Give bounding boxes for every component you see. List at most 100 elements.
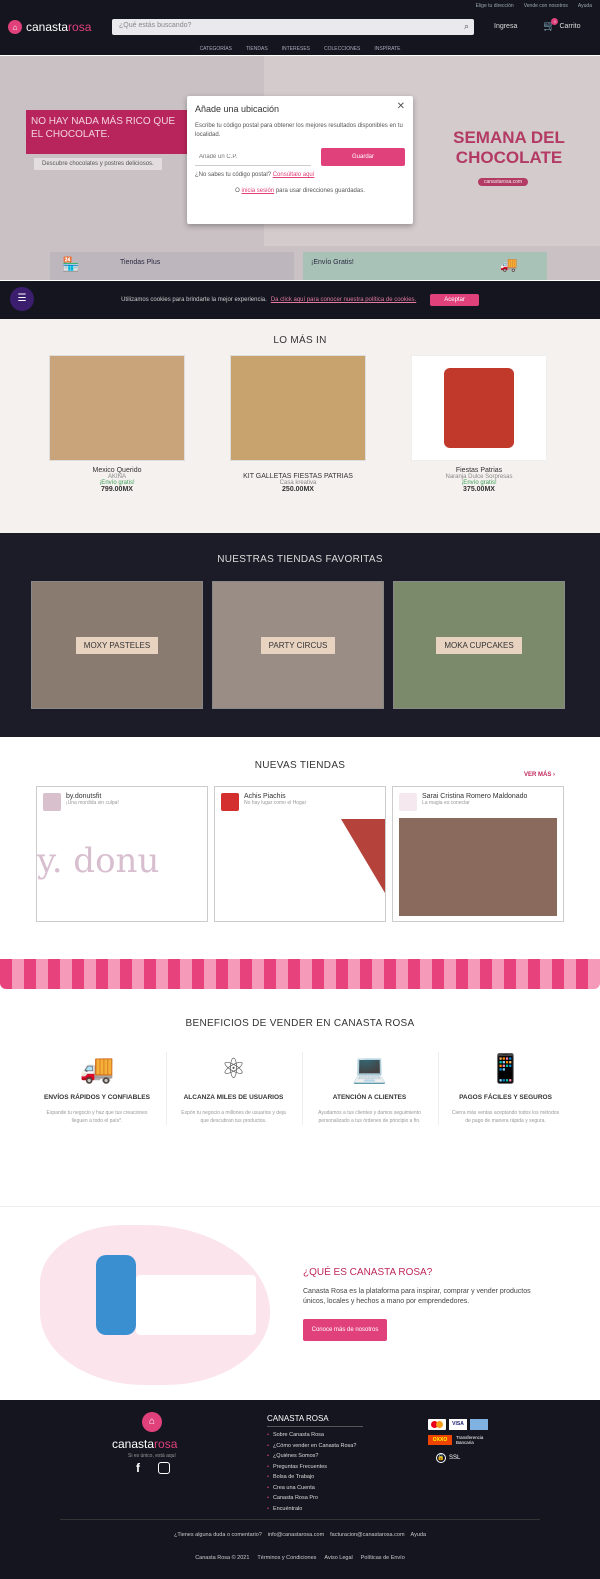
benefit-title: ATENCIÓN A CLIENTES: [332, 1094, 407, 1101]
footer-brand-a: canasta: [112, 1437, 155, 1451]
save-button[interactable]: Guardar: [321, 148, 405, 166]
sell-with-us-link[interactable]: Vende con nosotros: [524, 3, 568, 9]
store-image-text: y. donu: [37, 841, 160, 881]
about-illustration: [40, 1225, 270, 1385]
modal-login-link[interactable]: inicia sesión: [241, 188, 274, 194]
laptop-help-icon: 💻: [352, 1053, 387, 1084]
benefit-title: ALCANZA MILES DE USUARIOS: [183, 1094, 284, 1101]
search-input[interactable]: ¿Qué estás buscando? ⌕: [112, 19, 474, 35]
billing-email-link[interactable]: facturacion@canastarosa.com: [330, 1532, 404, 1538]
cart-label: Carrito: [559, 23, 581, 30]
store-tagline: ¡Una mordida sin culpa!: [66, 800, 119, 806]
instagram-icon[interactable]: [158, 1462, 170, 1474]
product-price: 250.00MX: [282, 486, 314, 493]
benefit-item: 📱 PAGOS FÁCILES Y SEGUROS Cierra más venta…: [438, 1052, 572, 1125]
see-more-link[interactable]: VER MÁS ›: [524, 772, 555, 778]
product-name[interactable]: Mexico Querido: [49, 467, 185, 474]
awning-divider: [0, 959, 600, 989]
benefit-item: 🚚 ENVÍOS RÁPIDOS Y CONFIABLES Expande tu n…: [30, 1052, 164, 1125]
location-modal: Añade una ubicación ✕ Escribe tu código …: [187, 96, 413, 224]
cookie-text: Utilizamos cookies para brindarte la mej…: [121, 297, 267, 303]
close-icon[interactable]: ✕: [397, 101, 405, 112]
consult-link[interactable]: Consúltalo aquí: [273, 172, 315, 178]
bank-transfer-label: Transferencia Bancaria: [456, 1435, 484, 1445]
facebook-icon[interactable]: f: [136, 1461, 140, 1475]
hero-title: NO HAY NADA MÁS RICO QUE EL CHOCOLATE.: [26, 110, 188, 154]
product-name[interactable]: KIT GALLETAS FIESTAS PATRIAS: [230, 473, 366, 480]
store-card-moka[interactable]: MOKA CUPCAKES: [393, 581, 565, 709]
product-card[interactable]: KIT GALLETAS FIESTAS PATRIAS Casa kreati…: [230, 355, 366, 493]
cart-icon: 🛒 0: [543, 18, 559, 32]
chat-icon[interactable]: ☰: [10, 287, 34, 311]
footer-link[interactable]: ¿Quiénes Somos?: [267, 1451, 356, 1462]
help-link[interactable]: Ayuda: [578, 3, 592, 9]
benefit-title: PAGOS FÁCILES Y SEGUROS: [459, 1094, 552, 1101]
footer-links: Sobre Canasta Rosa ¿Cómo vender en Canas…: [267, 1430, 356, 1514]
store-name: MOKA CUPCAKES: [436, 636, 522, 654]
footer-link[interactable]: Bolsa de Trabajo: [267, 1472, 356, 1483]
benefit-title: ENVÍOS RÁPIDOS Y CONFIABLES: [44, 1094, 150, 1101]
footer-help-link[interactable]: Ayuda: [411, 1532, 427, 1538]
footer-link[interactable]: Preguntas Frecuentes: [267, 1462, 356, 1473]
footer-brand: canastarosa: [112, 1437, 177, 1451]
cookie-policy-link[interactable]: Da click aquí para conocer nuestra polít…: [271, 297, 416, 303]
legal-link[interactable]: Aviso Legal: [324, 1555, 352, 1561]
store-avatar: [43, 793, 61, 811]
product-price: 799.00MX: [101, 486, 133, 493]
logo-text-a: canasta: [26, 20, 69, 34]
login-suffix: para usar direcciones guardadas.: [275, 188, 365, 194]
benefits-list: 🚚 ENVÍOS RÁPIDOS Y CONFIABLES Expande tu n…: [30, 1052, 572, 1125]
product-image[interactable]: [411, 355, 547, 461]
product-image[interactable]: [49, 355, 185, 461]
logo[interactable]: ⌂ canasta rosa: [8, 20, 91, 34]
footer-link[interactable]: Crea una Cuenta: [267, 1483, 356, 1494]
new-store-card[interactable]: by.donutsfit ¡Una mordida sin culpa! y. d…: [36, 786, 208, 922]
store-name: Achis Piachis: [244, 793, 286, 800]
store-card-party-circus[interactable]: PARTY CIRCUS: [212, 581, 384, 709]
search-icon[interactable]: ⌕: [464, 21, 469, 32]
oxxo-icon: OXXO: [428, 1435, 452, 1445]
promo-envio-gratis-label: ¡Envío Gratis!: [311, 259, 354, 266]
utility-bar: Elige tu dirección Vende con nosotros Ay…: [0, 0, 600, 11]
login-link[interactable]: Ingresa: [494, 23, 517, 30]
nav-intereses[interactable]: INTERESES: [282, 46, 310, 52]
product-name[interactable]: Fiestas Patrias: [411, 467, 547, 474]
visa-icon: VISA: [449, 1419, 467, 1430]
footer-link[interactable]: Canasta Rosa Pro: [267, 1493, 356, 1504]
store-name: by.donutsfit: [66, 793, 102, 800]
truck-icon: 🚚: [79, 1053, 115, 1084]
footer-brand-b: rosa: [154, 1437, 178, 1451]
nav-colecciones[interactable]: COLECCIONES: [324, 46, 360, 52]
contact-question: ¿Tienes alguna duda o comentario?: [173, 1532, 262, 1538]
hero-subtitle: Descubre chocolates y postres deliciosos…: [34, 158, 162, 170]
footer-link[interactable]: Sobre Canasta Rosa: [267, 1430, 356, 1441]
store-name: MOXY PASTELES: [75, 636, 159, 654]
new-store-card[interactable]: Sarai Cristina Romero Maldonado La magia …: [392, 786, 564, 922]
about-button[interactable]: Conoce más de nosotros: [303, 1319, 387, 1341]
nav-categorias[interactable]: CATEGORÍAS: [200, 46, 232, 52]
product-card[interactable]: Mexico Querido AKINA ¡Envío gratis! 799.…: [49, 355, 185, 493]
promo-tiendas-plus[interactable]: Tiendas Plus: [50, 252, 294, 280]
accept-cookies-button[interactable]: Aceptar: [430, 294, 479, 306]
nav-tiendas[interactable]: TIENDAS: [246, 46, 268, 52]
product-image[interactable]: [230, 355, 366, 461]
terms-link[interactable]: Términos y Condiciones: [257, 1555, 316, 1561]
cart-button[interactable]: 🛒 0 Carrito: [543, 18, 581, 32]
choose-address-link[interactable]: Elige tu dirección: [476, 3, 514, 9]
about-text: Canasta Rosa es la plataforma para inspi…: [303, 1288, 531, 1305]
lo-mas-in-title: LO MÁS IN: [273, 335, 327, 346]
info-email-link[interactable]: info@canastarosa.com: [268, 1532, 324, 1538]
new-stores-title: NUEVAS TIENDAS: [254, 760, 346, 771]
postal-code-input[interactable]: [195, 148, 311, 166]
new-store-card[interactable]: Achis Piachis No hay lugar como el Hogar: [214, 786, 386, 922]
footer-link[interactable]: Encuéntralo: [267, 1504, 356, 1515]
shipping-policy-link[interactable]: Políticas de Envío: [361, 1555, 405, 1561]
store-card-moxy[interactable]: MOXY PASTELES: [31, 581, 203, 709]
footer-link[interactable]: ¿Cómo vender en Canasta Rosa?: [267, 1441, 356, 1452]
product-card[interactable]: Fiestas Patrias Naranja Dulce Sorpresas …: [411, 355, 547, 493]
about-title: ¿QUÉ ES CANASTA ROSA?: [303, 1267, 433, 1278]
nav-inspirate[interactable]: INSPÍRATE: [374, 46, 400, 52]
payment-methods: VISA: [428, 1419, 488, 1430]
login-prefix: O: [235, 188, 240, 194]
main-nav: CATEGORÍAS TIENDAS INTERESES COLECCIONES…: [0, 42, 600, 56]
